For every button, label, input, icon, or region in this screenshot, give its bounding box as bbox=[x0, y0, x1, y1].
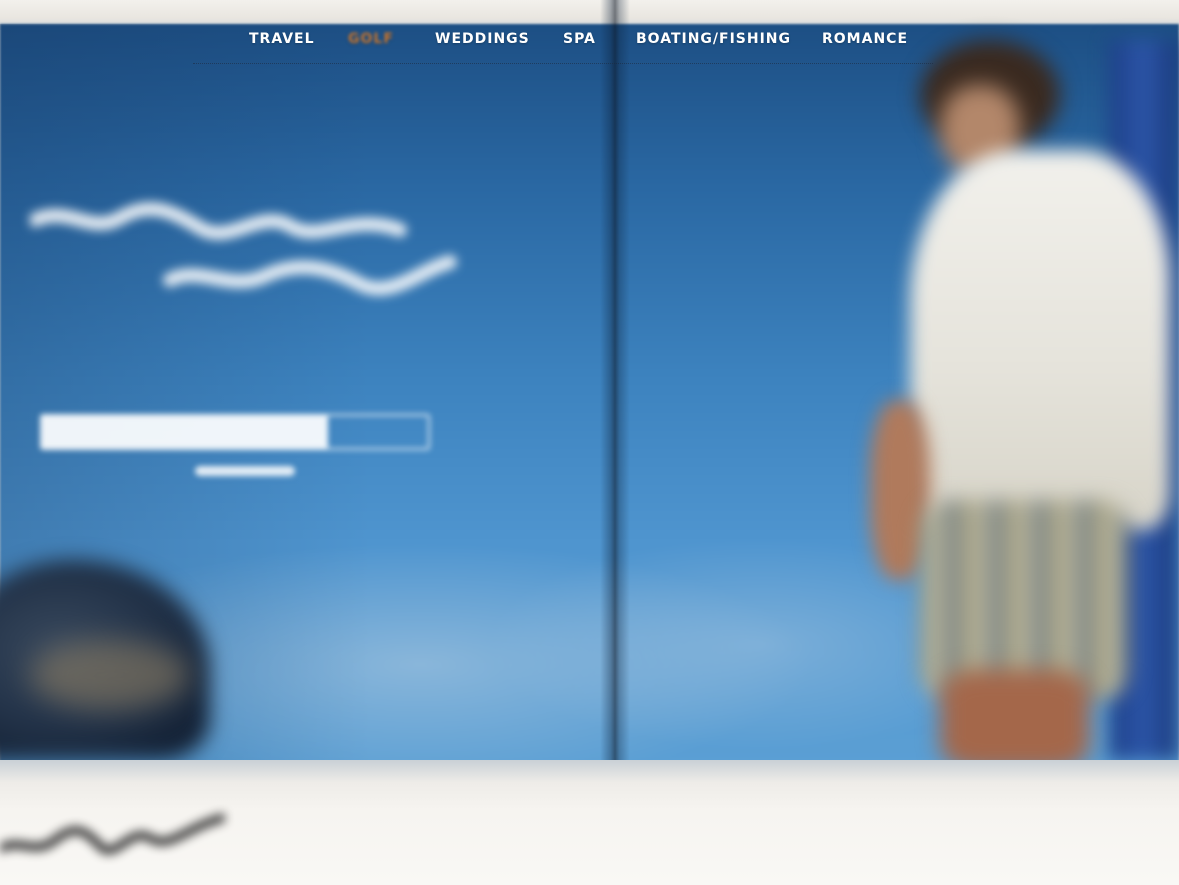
nav-item-golf[interactable]: GOLF bbox=[348, 31, 394, 47]
nav-item-travel[interactable]: TRAVEL bbox=[249, 31, 315, 47]
loading-progress-fill bbox=[42, 416, 328, 448]
rock-highlight bbox=[30, 640, 190, 710]
man-figure bbox=[860, 30, 1179, 770]
man-shirt bbox=[910, 150, 1170, 530]
loading-caption bbox=[195, 466, 295, 476]
main-navigation: TRAVEL GOLF WEDDINGS SPA BOATING/FISHING… bbox=[193, 22, 933, 64]
man-legs bbox=[940, 670, 1090, 770]
nav-item-boating-fishing[interactable]: BOATING/FISHING bbox=[636, 31, 791, 47]
book-spine bbox=[600, 0, 630, 790]
handwritten-signature bbox=[0, 813, 225, 855]
blurred-headline bbox=[30, 201, 457, 296]
loading-progress-bar bbox=[40, 414, 430, 450]
nav-item-spa[interactable]: SPA bbox=[563, 31, 596, 47]
nav-item-romance[interactable]: ROMANCE bbox=[822, 31, 908, 47]
magazine-spread bbox=[0, 0, 1179, 885]
nav-item-weddings[interactable]: WEDDINGS bbox=[435, 31, 530, 47]
